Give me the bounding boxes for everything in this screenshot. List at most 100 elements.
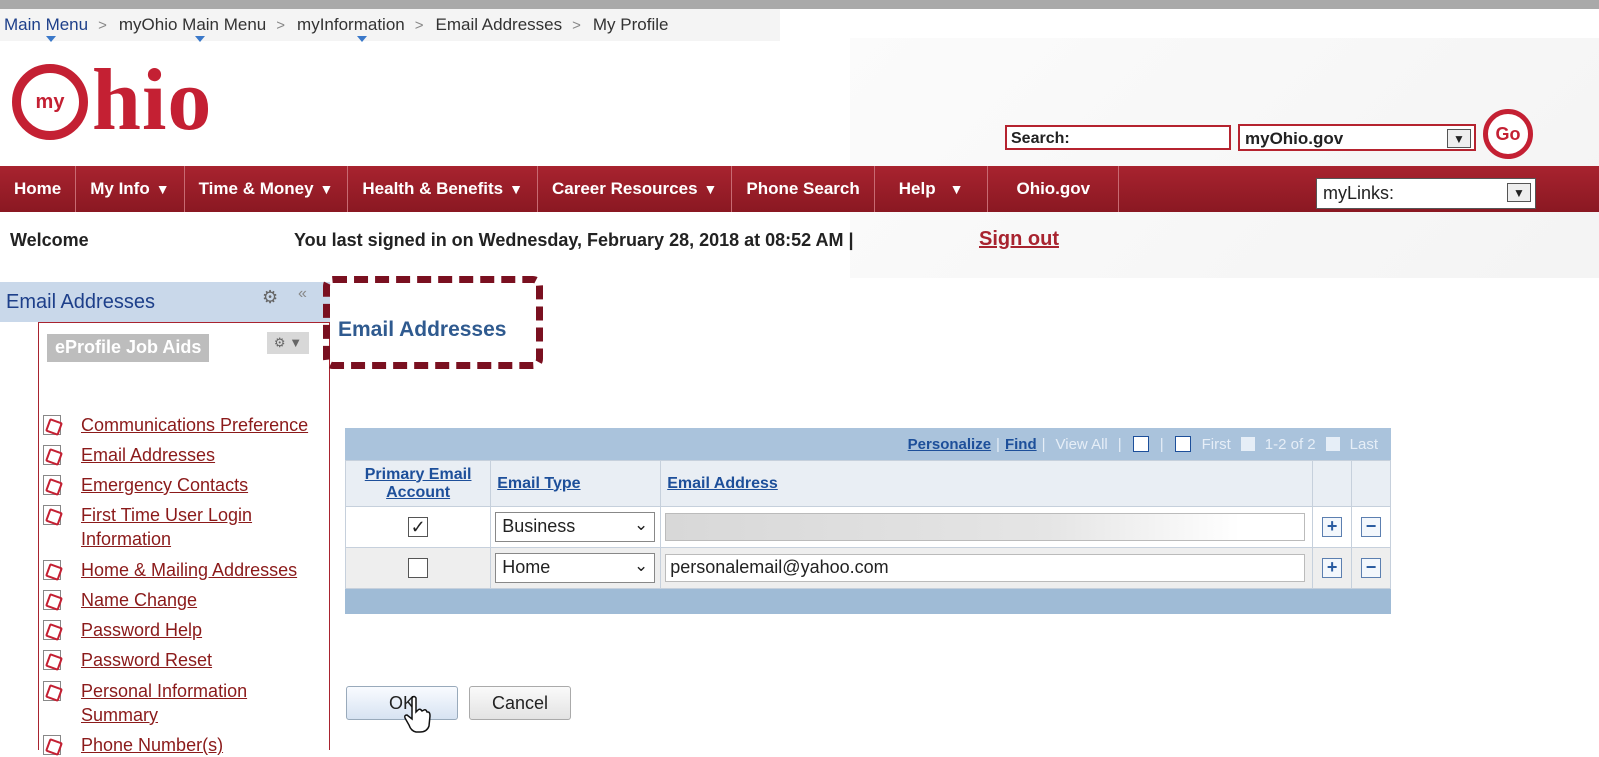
- column-header-primary[interactable]: Primary Email Account: [344, 460, 492, 507]
- job-aid-link[interactable]: Phone Number(s): [81, 733, 331, 757]
- pagelet-options-icon[interactable]: ⚙ ▼: [267, 332, 309, 354]
- email-type-value: Business: [502, 516, 576, 536]
- primary-cell: [344, 547, 492, 589]
- nav-career-resources[interactable]: Career Resources ▼: [538, 166, 733, 212]
- pdf-icon: [43, 735, 61, 755]
- search-scope-value: myOhio.gov: [1245, 129, 1344, 148]
- add-row-button[interactable]: +: [1322, 558, 1343, 578]
- map-background: [850, 38, 1599, 278]
- nav-help[interactable]: Help ▼: [875, 166, 989, 212]
- primary-cell: ✓: [344, 506, 492, 548]
- myohio-logo[interactable]: my hio: [12, 52, 272, 149]
- left-panel-header: Email Addresses ⚙ «: [0, 282, 330, 322]
- job-aid-link[interactable]: Name Change: [81, 588, 331, 612]
- last-label: Last: [1349, 435, 1378, 453]
- search-input[interactable]: Search:: [1005, 125, 1231, 150]
- search-scope-select[interactable]: myOhio.gov ▼: [1238, 124, 1476, 151]
- address-cell: [660, 506, 1314, 548]
- add-cell: +: [1312, 506, 1353, 548]
- next-arrow-icon[interactable]: [1325, 437, 1340, 451]
- prev-arrow-icon[interactable]: [1240, 437, 1255, 451]
- column-header-type[interactable]: Email Type: [490, 460, 662, 507]
- column-header-delete: [1351, 460, 1391, 507]
- email-address-input[interactable]: [665, 513, 1306, 541]
- toolbar-separator: |: [1117, 435, 1122, 453]
- delete-row-button[interactable]: −: [1361, 517, 1382, 537]
- breadcrumb-my-profile[interactable]: My Profile: [593, 15, 669, 35]
- job-aid-link[interactable]: Communications Preference: [81, 413, 331, 437]
- delete-cell: −: [1351, 506, 1391, 548]
- job-aid-link[interactable]: Emergency Contacts: [81, 473, 331, 497]
- type-cell: Business ⌄: [490, 506, 662, 548]
- logo-my-text: my: [35, 90, 65, 113]
- mylinks-value: myLinks:: [1323, 183, 1395, 203]
- nav-health-benefits[interactable]: Health & Benefits ▼: [348, 166, 538, 212]
- table-row: ✓ Business ⌄ + −: [344, 506, 1391, 548]
- toolbar-separator: |: [1159, 435, 1164, 453]
- table-header-row: Primary Email Account Email Type Email A…: [344, 460, 1391, 507]
- chevron-down-icon: ▼: [1507, 183, 1531, 202]
- job-aid-link[interactable]: Home & Mailing Addresses: [81, 558, 331, 582]
- last-signed-in-text: You last signed in on Wednesday, Februar…: [294, 230, 854, 250]
- dropdown-triangle-icon: ▼: [155, 181, 170, 197]
- top-strip: [0, 0, 1599, 9]
- job-aid-link[interactable]: First Time User Login Information: [81, 503, 281, 551]
- breadcrumb-dropdown-icon: [357, 36, 368, 42]
- primary-checkbox[interactable]: ✓: [408, 517, 429, 537]
- zoom-icon[interactable]: [1132, 436, 1149, 452]
- nav-ohio-gov[interactable]: Ohio.gov: [988, 166, 1120, 212]
- dropdown-triangle-icon: ▼: [703, 181, 718, 197]
- email-type-select[interactable]: Business ⌄: [495, 512, 656, 542]
- breadcrumb-email-addresses[interactable]: Email Addresses: [436, 15, 563, 35]
- column-header-add: [1312, 460, 1353, 507]
- nav-home[interactable]: Home: [0, 166, 77, 212]
- dropdown-triangle-icon: ▼: [319, 181, 334, 197]
- email-table: Primary Email Account Email Type Email A…: [344, 460, 1391, 589]
- breadcrumb: Main Menu > myOhio Main Menu > myInforma…: [0, 9, 780, 42]
- nav-time-money[interactable]: Time & Money ▼: [185, 166, 349, 212]
- go-button[interactable]: Go: [1483, 109, 1533, 159]
- breadcrumb-separator-icon: >: [276, 16, 286, 34]
- delete-row-button[interactable]: −: [1361, 558, 1382, 578]
- grid-toolbar: Personalize | Find | View All | | First …: [345, 428, 1391, 460]
- job-aid-link[interactable]: Personal Information Summary: [81, 679, 271, 727]
- breadcrumb-main-menu[interactable]: Main Menu: [4, 15, 88, 42]
- gear-icon[interactable]: ⚙: [262, 287, 278, 308]
- personalize-link[interactable]: Personalize: [908, 436, 991, 453]
- dropdown-triangle-icon: ▼: [949, 181, 964, 197]
- email-address-input[interactable]: personalemail@yahoo.com: [665, 554, 1306, 582]
- view-all-link[interactable]: View All: [1056, 436, 1108, 453]
- nav-phone-search[interactable]: Phone Search: [732, 166, 875, 212]
- pdf-icon: [43, 620, 61, 640]
- pdf-icon: [43, 445, 61, 465]
- welcome-text: Welcome: [10, 230, 89, 250]
- find-link[interactable]: Find: [1005, 436, 1037, 453]
- breadcrumb-myinformation[interactable]: myInformation: [297, 15, 405, 42]
- email-type-select[interactable]: Home ⌄: [495, 553, 656, 583]
- range-label: 1-2 of 2: [1264, 435, 1316, 453]
- add-row-button[interactable]: +: [1322, 517, 1343, 537]
- job-aids-pagelet: eProfile Job Aids ⚙ ▼ Communications Pre…: [38, 322, 331, 755]
- toolbar-separator: |: [996, 435, 1000, 453]
- breadcrumb-separator-icon: >: [414, 16, 424, 34]
- collapse-icon[interactable]: «: [298, 285, 307, 303]
- sign-out-link[interactable]: Sign out: [979, 228, 1059, 251]
- spreadsheet-icon[interactable]: [1174, 436, 1191, 452]
- table-row: Home ⌄ personalemail@yahoo.com + −: [344, 547, 1391, 589]
- job-aid-link[interactable]: Password Reset: [81, 648, 331, 672]
- add-cell: +: [1312, 547, 1353, 589]
- breadcrumb-myohio-main-menu[interactable]: myOhio Main Menu: [119, 15, 266, 42]
- breadcrumb-separator-icon: >: [98, 16, 107, 34]
- column-header-address[interactable]: Email Address: [660, 460, 1314, 507]
- nav-my-info[interactable]: My Info ▼: [76, 166, 185, 212]
- logo-circle: my: [12, 64, 88, 140]
- pdf-icon: [43, 505, 61, 525]
- mylinks-select[interactable]: myLinks: ▼: [1316, 178, 1536, 209]
- pdf-icon: [43, 415, 61, 435]
- cancel-button[interactable]: Cancel: [469, 686, 571, 720]
- job-aid-link[interactable]: Password Help: [81, 618, 331, 642]
- chevron-down-icon: ⌄: [634, 515, 649, 534]
- job-aid-link[interactable]: Email Addresses: [81, 443, 331, 467]
- primary-checkbox[interactable]: [408, 558, 429, 578]
- hand-cursor-icon: [404, 695, 431, 733]
